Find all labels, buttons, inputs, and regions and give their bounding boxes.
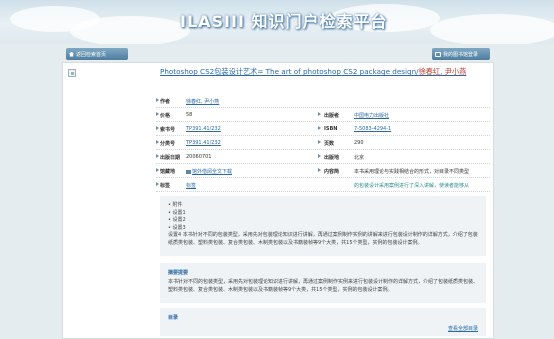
metadata-row: 作者 徐春红, 尹小燕	[156, 94, 490, 108]
bullet-arrow-icon	[156, 154, 159, 158]
metadata-label: 出版日期	[160, 155, 181, 161]
metadata-label-secondary: 内容简	[324, 169, 340, 175]
bullet-arrow-icon	[318, 154, 321, 158]
cloud-decoration	[430, 14, 554, 44]
metadata-row: 分类号 TP391.41/232 页数 290	[156, 136, 490, 150]
metadata-value[interactable]: TP391.41/232	[186, 140, 221, 146]
cloud-decoration	[70, 16, 190, 44]
metadata-label: 分类号	[160, 141, 176, 147]
metadata-value[interactable]: TP391.41/232	[186, 126, 221, 132]
metadata-label: 馆藏地	[160, 169, 176, 175]
book-cover-image	[68, 69, 76, 77]
metadata-value[interactable]: 标签	[186, 182, 196, 189]
metadata-label: 索书号	[160, 127, 176, 133]
metadata-value-secondary: 290	[354, 140, 364, 146]
bullet-arrow-icon	[156, 168, 159, 172]
view-all-toc-link[interactable]: 查看全部目录	[448, 325, 478, 332]
header-banner: ILASIII 知识门户检索平台	[0, 0, 554, 44]
attachments-box: 附件设置1设置2设置3 设置4 本书针对不同的包装类型，采用先对包装理论知识进行…	[160, 196, 486, 256]
metadata-value-secondary: 的包装设计采用案例进行了深入讲解，使读者能够从	[354, 183, 470, 189]
metadata-value-text: 馆外借阅全文下载	[192, 169, 233, 175]
book-authors: 徐春红, 尹小燕	[418, 67, 467, 76]
home-icon	[69, 51, 74, 57]
metadata-label: 价格	[160, 113, 171, 119]
toc-box: 目录 查看全部目录	[160, 308, 486, 336]
metadata-label-secondary: 出版地	[324, 155, 340, 161]
attachment-item: 设置1	[168, 210, 478, 218]
summary-box: 摘要提要 本书针对不同的包装类型，采用先对包装理论知识进行讲解，再通过案例制作实…	[160, 263, 486, 303]
metadata-label: 作者	[160, 99, 171, 105]
back-to-home-button[interactable]: 返回检索首页	[66, 48, 128, 60]
metadata-row: 馆藏地 馆外借阅全文下载 内容简 本书采用理论与实践相结合的形式，对目录不同类型	[156, 164, 490, 178]
bullet-arrow-icon	[318, 168, 321, 172]
metadata-label-secondary: 页数	[324, 141, 335, 147]
attachment-item: 附件	[168, 202, 478, 210]
download-icon	[186, 169, 191, 174]
metadata-row: 索书号 TP391.41/232 ISBN 7-5083-4294-1	[156, 122, 490, 136]
back-to-home-label: 返回检索首页	[76, 51, 107, 58]
metadata-value-secondary: 本书采用理论与实践相结合的形式，对目录不同类型	[354, 169, 470, 175]
bullet-arrow-icon	[156, 140, 159, 144]
bullet-arrow-icon	[318, 112, 321, 116]
attachment-item: 设置2	[168, 217, 478, 225]
summary-title: 摘要提要	[168, 270, 189, 276]
bullet-arrow-icon	[318, 140, 321, 144]
metadata-value-secondary[interactable]: 中国电力出版社	[354, 112, 490, 119]
metadata-value[interactable]: 徐春红, 尹小燕	[186, 98, 219, 105]
library-login-button[interactable]: 我的图书馆登录	[432, 48, 490, 60]
summary-text: 本书针对不同的包装类型，采用先对包装理论知识进行讲解，再通过案例制作实例来进行包…	[168, 279, 479, 293]
metadata-label-secondary: ISBN	[324, 126, 338, 132]
metadata-value: 58	[186, 112, 193, 118]
metadata-value: 20060701	[186, 154, 212, 160]
book-title[interactable]: Photoshop CS2包装设计艺术= The art of photosho…	[160, 67, 490, 77]
attachments-list: 附件设置1设置2设置3	[168, 202, 478, 232]
attachment-item: 设置3	[168, 225, 478, 233]
toc-title: 目录	[168, 315, 179, 321]
metadata-label: 标签	[160, 183, 171, 189]
metadata-row: 出版日期 20060701 出版地 北京	[156, 150, 490, 164]
bullet-arrow-icon	[156, 98, 159, 102]
library-login-label: 我的图书馆登录	[443, 51, 479, 58]
metadata-label-secondary: 出版者	[324, 113, 340, 119]
metadata-value[interactable]: 馆外借阅全文下载	[186, 168, 232, 175]
metadata-table: 作者 徐春红, 尹小燕价格 58 出版者 中国电力出版社索书号 TP391.41/232 I…	[156, 94, 490, 192]
bullet-arrow-icon	[318, 126, 321, 130]
bullet-arrow-icon	[156, 126, 159, 130]
book-title-text: Photoshop CS2包装设计艺术= The art of photosho…	[160, 67, 419, 76]
metadata-row: 标签 标签 的包装设计采用案例进行了深入讲解，使读者能够从	[156, 178, 490, 192]
card-icon	[435, 51, 441, 57]
attachment-long-item: 设置4 本书针对不同的包装类型，采用先对包装理论知识进行讲解，再通过案例制作实例…	[168, 232, 478, 246]
bullet-arrow-icon	[156, 182, 159, 186]
metadata-value-secondary[interactable]: 7-5083-4294-1	[354, 126, 490, 132]
metadata-value-secondary: 北京	[354, 155, 365, 161]
portal-title: ILASIII 知识门户检索平台	[180, 12, 388, 31]
bullet-arrow-icon	[156, 112, 159, 116]
metadata-row: 价格 58 出版者 中国电力出版社	[156, 108, 490, 122]
